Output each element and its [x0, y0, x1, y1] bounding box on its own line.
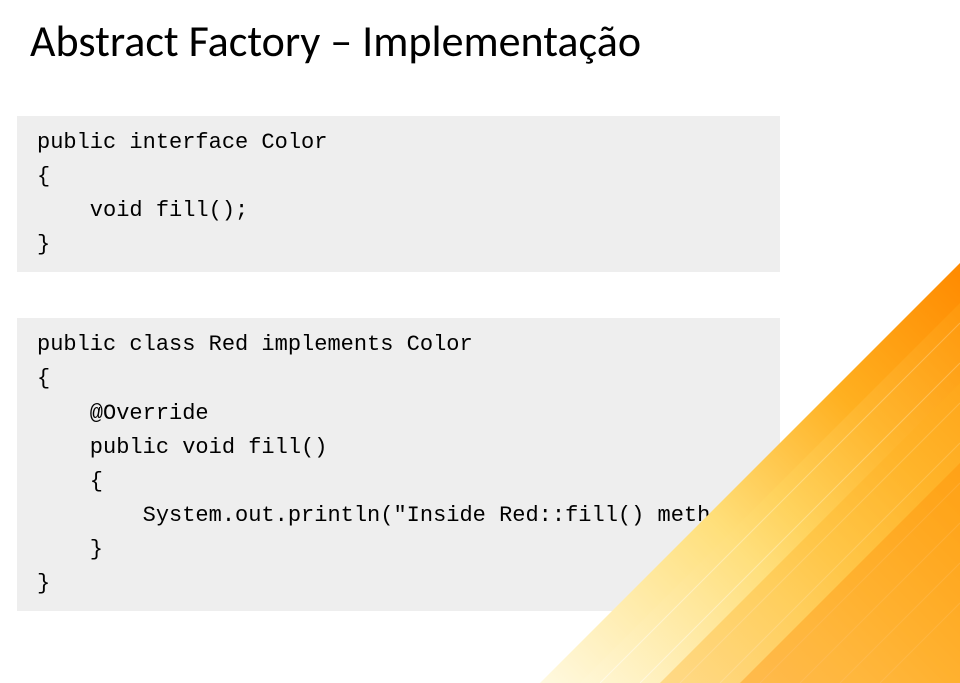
code-block-class: public class Red implements Color { @Ove…: [17, 318, 780, 611]
page-title: Abstract Factory – Implementação: [0, 0, 960, 68]
code-block-interface: public interface Color { void fill(); }: [17, 116, 780, 272]
